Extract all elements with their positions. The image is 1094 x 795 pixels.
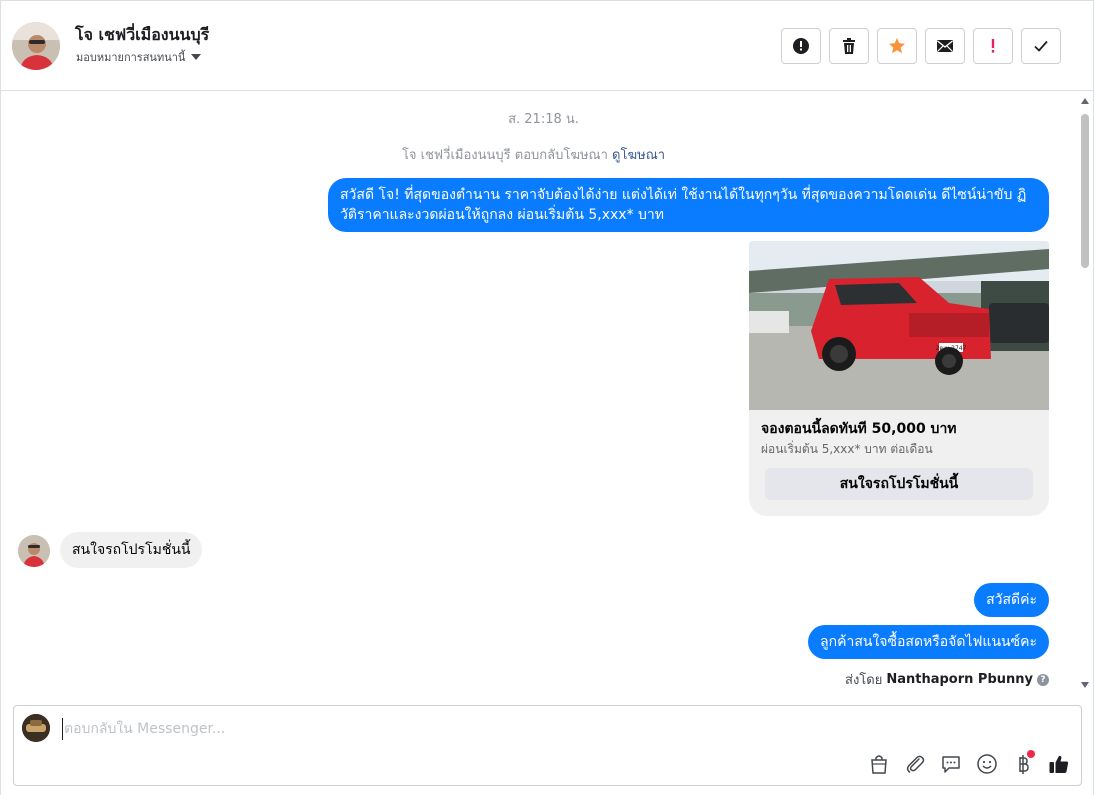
delete-button[interactable] xyxy=(829,28,869,64)
ad-card-title: จองตอนนี้ลดทันที 50,000 บาท xyxy=(761,421,957,437)
star-icon xyxy=(889,38,905,54)
car-photo: 2ฒฆ 2747 xyxy=(749,241,1049,410)
incoming-message: สนใจรถโปรโมชั่นนี้ xyxy=(60,532,203,568)
assign-conversation-dropdown[interactable]: มอบหมายการสนทนานี้ xyxy=(76,48,202,66)
license-plate: 2ฒฆ 2747 xyxy=(936,345,967,352)
scroll-up-arrow-icon[interactable] xyxy=(1081,98,1089,104)
emoji-button[interactable] xyxy=(975,752,999,776)
trash-icon xyxy=(843,38,855,54)
follow-up-button[interactable] xyxy=(973,28,1013,64)
ad-card-subtitle: ผ่อนเริ่มต้น 5,xxx* บาท ต่อเดือน xyxy=(761,442,933,456)
exclamation-circle-icon xyxy=(793,38,809,54)
assign-label: มอบหมายการสนทนานี้ xyxy=(76,51,186,64)
outgoing-message: ลูกค้าสนใจซื้อสดหรือจัดไฟแนนซ์คะ xyxy=(808,625,1049,659)
outgoing-message: สวัสดี โจ! ที่สุดของตำนาน ราคาจับต้องได้… xyxy=(328,178,1049,232)
ad-reply-text: โจ เชฟวี่เมืองนนบุรี ตอบกลับโฆษณา xyxy=(401,148,608,163)
scroll-thumb[interactable] xyxy=(1081,114,1089,268)
help-icon[interactable]: ? xyxy=(1037,673,1049,686)
thread-scrollbar[interactable] xyxy=(1079,96,1091,690)
exclamation-icon xyxy=(991,39,995,53)
sent-by-info: ส่งโดย Nanthaporn Pbunny ? xyxy=(845,669,1049,690)
sent-by-name: Nanthaporn Pbunny xyxy=(886,672,1033,687)
message-timestamp: ส. 21:18 น. xyxy=(508,112,579,127)
reply-input[interactable] xyxy=(62,718,962,740)
mark-done-button[interactable] xyxy=(1021,28,1061,64)
conversation-actions xyxy=(781,28,1061,64)
interested-promo-button[interactable]: สนใจรถโปรโมชั่นนี้ xyxy=(765,468,1033,500)
emoji-icon xyxy=(977,754,997,774)
composer-tools xyxy=(867,750,1071,776)
shopping-bag-button[interactable] xyxy=(867,752,891,776)
contact-name[interactable]: โจ เชฟวี่เมืองนนบุรี xyxy=(75,23,209,48)
sent-by-prefix: ส่งโดย xyxy=(845,673,883,688)
mark-spam-button[interactable] xyxy=(781,28,821,64)
saved-reply-button[interactable] xyxy=(939,752,963,776)
attach-button[interactable] xyxy=(903,752,927,776)
envelope-icon xyxy=(937,40,953,52)
saved-reply-icon xyxy=(942,756,960,773)
thumbs-up-icon xyxy=(1049,755,1069,773)
view-ad-link[interactable]: ดูโฆษณา xyxy=(612,148,665,163)
payment-button[interactable] xyxy=(1011,750,1035,776)
star-button[interactable] xyxy=(877,28,917,64)
scroll-down-arrow-icon[interactable] xyxy=(1081,682,1089,688)
paperclip-icon xyxy=(906,755,925,773)
shopping-bag-icon xyxy=(871,755,887,774)
message-composer xyxy=(13,705,1082,786)
page-avatar xyxy=(22,714,50,742)
contact-avatar-small xyxy=(18,535,50,567)
like-button[interactable] xyxy=(1047,752,1071,776)
conversation-header: โจ เชฟวี่เมืองนนบุรี มอบหมายการสนทนานี้ xyxy=(1,0,1093,91)
outgoing-message: สวัสดีค่ะ xyxy=(974,583,1049,617)
check-icon xyxy=(1034,40,1048,52)
ad-card: 2ฒฆ 2747 จองตอนนี้ลดทันที 50,000 บาท ผ่อ… xyxy=(749,241,1049,516)
notification-dot xyxy=(1027,750,1035,758)
mark-unread-button[interactable] xyxy=(925,28,965,64)
ad-reply-notice: โจ เชฟวี่เมืองนนบุรี ตอบกลับโฆษณา ดูโฆษณ… xyxy=(1,144,1066,165)
message-thread[interactable]: ส. 21:18 น. โจ เชฟวี่เมืองนนบุรี ตอบกลับ… xyxy=(1,92,1079,690)
messenger-inbox: โจ เชฟวี่เมืองนนบุรี มอบหมายการสนทนานี้ xyxy=(0,0,1094,795)
chevron-down-icon xyxy=(191,54,202,60)
contact-avatar[interactable] xyxy=(12,22,60,70)
